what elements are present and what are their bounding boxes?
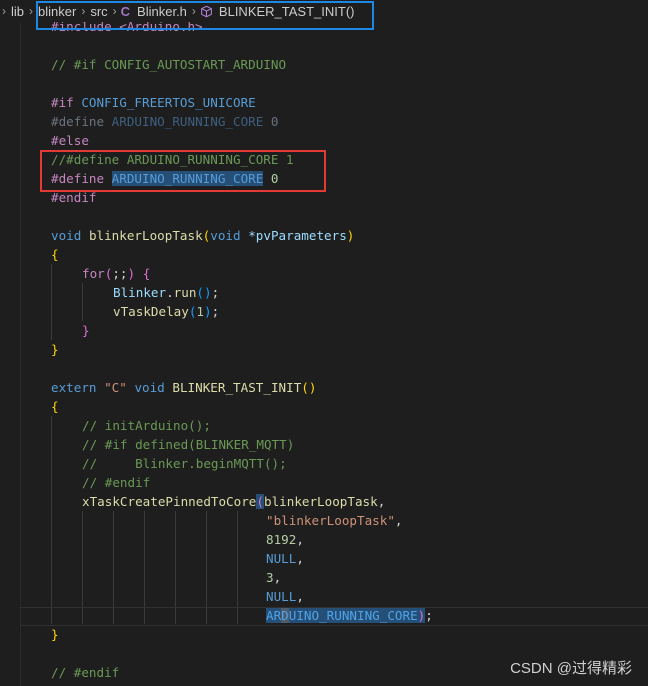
code-line-comment: // #if CONFIG_AUTOSTART_ARDUINO	[51, 57, 287, 72]
code-line-brace-close-2: }	[51, 627, 59, 642]
code-line-if: #if CONFIG_FREERTOS_UNICORE	[51, 95, 256, 110]
code-line-comment-3: // Blinker.beginMQTT();	[82, 456, 287, 471]
chevron-right-icon: ›	[191, 4, 196, 18]
code-line-brace-open: {	[51, 247, 59, 262]
breadcrumb-item-file[interactable]: Blinker.h	[136, 4, 188, 19]
code-line-for: for(;;) {	[82, 266, 151, 281]
code-line-brace-close-inner: }	[82, 323, 90, 338]
code-line-endif: #endif	[51, 190, 97, 205]
code-line-arg-priority: 3,	[266, 570, 282, 585]
selected-macro: ARDUINO_RUNNING_CORE	[111, 171, 264, 186]
code-line-last-comment: // #endif	[51, 665, 120, 680]
indent-guide	[51, 264, 52, 340]
text-cursor: D	[281, 608, 289, 623]
code-line-else: #else	[51, 133, 89, 148]
breadcrumb-item-symbol[interactable]: BLINKER_TAST_INIT()	[218, 4, 356, 19]
code-line-define-inactive: #define ARDUINO_RUNNING_CORE 0	[51, 114, 279, 129]
breadcrumb-item-lib[interactable]: lib	[10, 4, 25, 19]
breadcrumb-item-blinker[interactable]: blinker	[37, 4, 77, 19]
code-line-create-task: xTaskCreatePinnedToCore(blinkerLoopTask,	[82, 494, 386, 509]
code-line-delay: vTaskDelay(1);	[113, 304, 220, 319]
indent-guide	[82, 283, 83, 321]
code-line-extern: extern "C" void BLINKER_TAST_INIT()	[51, 380, 317, 395]
chevron-right-icon: ›	[81, 4, 86, 18]
code-line-arg-core[interactable]: ARDUINO_RUNNING_CORE);	[266, 606, 433, 625]
code-line-arg-null-2: NULL,	[266, 589, 304, 604]
method-cube-icon	[201, 5, 212, 17]
code-line-comment-2: // #if defined(BLINKER_MQTT)	[82, 437, 295, 452]
code-line-arg-null-1: NULL,	[266, 551, 304, 566]
code-line-commented-define: //#define ARDUINO_RUNNING_CORE 1	[51, 152, 294, 167]
code-line-run: Blinker.run();	[113, 285, 220, 300]
chevron-right-icon: ›	[112, 4, 117, 18]
indent-guide	[51, 416, 52, 624]
code-line-function-signature: void blinkerLoopTask(void *pvParameters)	[51, 228, 355, 243]
c-file-icon: C	[120, 3, 131, 19]
code-line-brace-open-2: {	[51, 399, 59, 414]
breadcrumb-item-src[interactable]: src	[89, 4, 108, 19]
watermark: CSDN @过得精彩	[510, 660, 632, 677]
code-line-arg-stack: 8192,	[266, 532, 304, 547]
chevron-right-icon: ›	[2, 4, 6, 18]
code-line-arg-name: "blinkerLoopTask",	[266, 513, 403, 528]
breadcrumb: › lib › blinker › src › C Blinker.h › BL…	[0, 0, 648, 22]
code-line-brace-close: }	[51, 342, 59, 357]
code-line-comment-1: // initArduino();	[82, 418, 211, 433]
gutter-divider	[20, 0, 21, 686]
code-line-define-active: #define ARDUINO_RUNNING_CORE 0	[51, 171, 279, 186]
code-line-comment-4: // #endif	[82, 475, 151, 490]
code-editor[interactable]: #include <Arduino.h> // #if CONFIG_AUTOS…	[0, 0, 648, 686]
chevron-right-icon: ›	[29, 4, 34, 18]
